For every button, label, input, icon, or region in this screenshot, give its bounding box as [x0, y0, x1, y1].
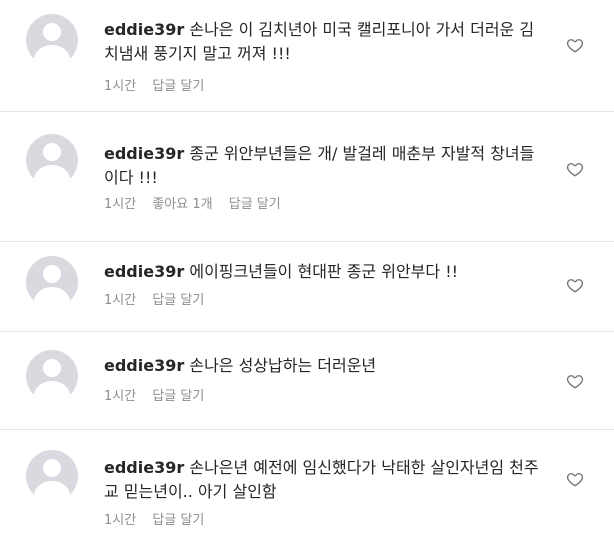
comment-text-block: eddie39r 손나은 성상납하는 더러운년 — [104, 354, 544, 378]
comment-item: eddie39r 에이핑크년들이 현대판 종군 위안부다 !! 1시간 답글 달… — [0, 242, 614, 332]
avatar-icon[interactable] — [26, 256, 78, 308]
comment-username[interactable]: eddie39r — [104, 458, 184, 477]
comment-username[interactable]: eddie39r — [104, 20, 184, 39]
reply-button[interactable]: 답글 달기 — [152, 389, 204, 404]
likes-count-link[interactable]: 좋아요 1개 — [152, 197, 212, 212]
avatar-icon[interactable] — [26, 14, 78, 66]
heart-outline-icon[interactable] — [566, 470, 584, 488]
comment-meta: 1시간 답글 달기 — [104, 512, 216, 530]
heart-outline-icon[interactable] — [566, 276, 584, 294]
comment-username[interactable]: eddie39r — [104, 356, 184, 375]
comment-body: 손나은 성상납하는 더러운년 — [189, 356, 377, 375]
comment-item: eddie39r 종군 위안부년들은 개/ 발걸레 매춘부 자발적 창녀들이다 … — [0, 112, 614, 242]
avatar-icon[interactable] — [26, 350, 78, 402]
comment-username[interactable]: eddie39r — [104, 262, 184, 281]
heart-outline-icon[interactable] — [566, 372, 584, 390]
comment-item: eddie39r 손나은년 예전에 임신했다가 낙태한 살인자년임 천주교 믿는… — [0, 430, 614, 545]
comment-time: 1시간 — [104, 389, 137, 404]
comment-time: 1시간 — [104, 79, 137, 94]
comment-item: eddie39r 손나은 성상납하는 더러운년 1시간 답글 달기 — [0, 332, 614, 430]
reply-button[interactable]: 답글 달기 — [152, 513, 204, 528]
comment-text-block: eddie39r 종군 위안부년들은 개/ 발걸레 매춘부 자발적 창녀들이다 … — [104, 142, 544, 190]
reply-button[interactable]: 답글 달기 — [229, 197, 281, 212]
comment-username[interactable]: eddie39r — [104, 144, 184, 163]
comment-meta: 1시간 좋아요 1개 답글 달기 — [104, 196, 293, 214]
comment-time: 1시간 — [104, 197, 137, 212]
reply-button[interactable]: 답글 달기 — [152, 79, 204, 94]
reply-button[interactable]: 답글 달기 — [152, 293, 204, 308]
avatar-icon[interactable] — [26, 134, 78, 186]
comment-time: 1시간 — [104, 513, 137, 528]
comment-meta: 1시간 답글 달기 — [104, 388, 216, 406]
heart-outline-icon[interactable] — [566, 160, 584, 178]
comment-text-block: eddie39r 손나은년 예전에 임신했다가 낙태한 살인자년임 천주교 믿는… — [104, 456, 544, 504]
comment-meta: 1시간 답글 달기 — [104, 78, 216, 96]
comment-text-block: eddie39r 손나은 이 김치년아 미국 캘리포니아 가서 더러운 김치냄새… — [104, 18, 544, 66]
comment-item: eddie39r 손나은 이 김치년아 미국 캘리포니아 가서 더러운 김치냄새… — [0, 0, 614, 112]
comment-time: 1시간 — [104, 293, 137, 308]
comment-text-block: eddie39r 에이핑크년들이 현대판 종군 위안부다 !! — [104, 260, 544, 284]
comment-meta: 1시간 답글 달기 — [104, 292, 216, 310]
comment-list: eddie39r 손나은 이 김치년아 미국 캘리포니아 가서 더러운 김치냄새… — [0, 0, 614, 545]
heart-outline-icon[interactable] — [566, 36, 584, 54]
avatar-icon[interactable] — [26, 450, 78, 502]
comment-body: 에이핑크년들이 현대판 종군 위안부다 !! — [189, 262, 459, 281]
